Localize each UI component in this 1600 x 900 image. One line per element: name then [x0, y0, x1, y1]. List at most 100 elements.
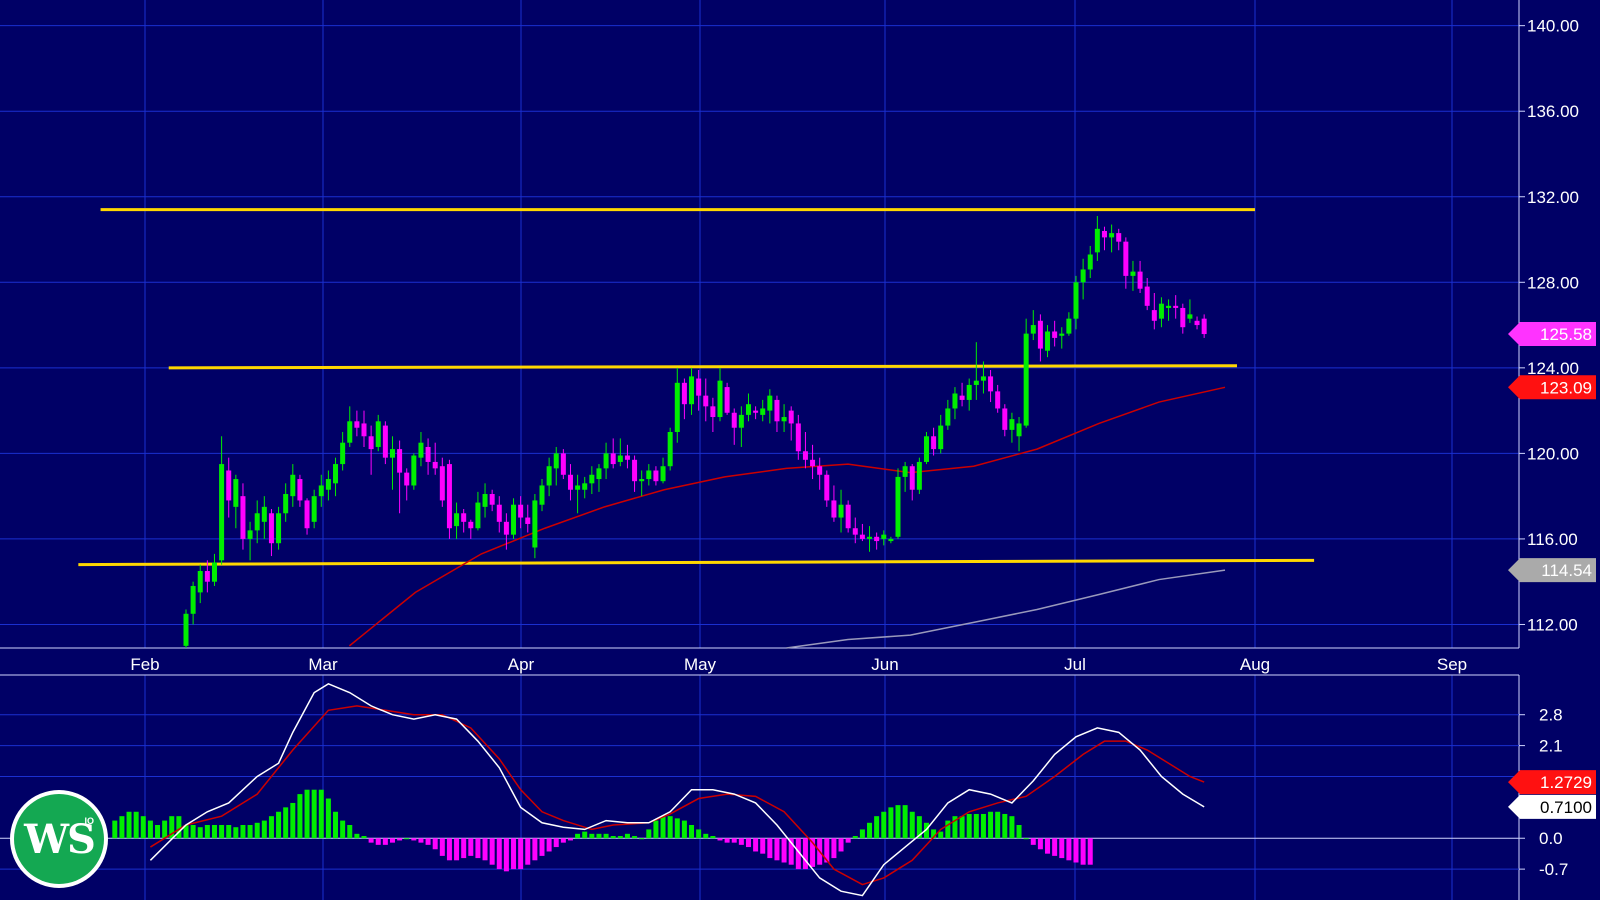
- macd-histogram-bar: [133, 811, 139, 839]
- candle: [845, 500, 851, 533]
- macd-histogram-bar: [254, 822, 260, 839]
- macd-histogram-bar: [603, 833, 609, 839]
- macd-histogram-bar: [667, 816, 673, 839]
- candle-body: [596, 468, 602, 480]
- macd-histogram-bar: [646, 829, 652, 839]
- macd-histogram-bar: [140, 816, 146, 839]
- candle-body: [1101, 230, 1107, 238]
- candle-body: [1144, 286, 1150, 306]
- month-label: Jul: [1064, 655, 1086, 674]
- macd-histogram-bar: [852, 836, 858, 839]
- stock-chart: 140.00 136.00 132.00 128.00 124.00 120.00 116.…: [0, 0, 1600, 900]
- macd-histogram-bar: [902, 805, 908, 839]
- candle-body: [867, 536, 873, 539]
- month-label: Mar: [308, 655, 338, 674]
- macd-histogram-bar: [461, 838, 467, 859]
- candle: [1023, 318, 1029, 428]
- candle-body: [560, 453, 566, 475]
- macd-histogram-bar: [1080, 838, 1086, 865]
- candle-body: [197, 571, 203, 593]
- candle-body: [397, 449, 403, 473]
- macd-histogram-bar: [767, 838, 773, 859]
- candle-body: [368, 436, 374, 450]
- candle-body: [1009, 419, 1015, 430]
- candle-body: [1130, 271, 1136, 276]
- macd-histogram-bar: [176, 816, 182, 839]
- macd-histogram-bar: [731, 838, 737, 843]
- candle-body: [923, 436, 929, 462]
- macd-histogram-bar: [226, 825, 232, 839]
- candle-body: [283, 494, 289, 514]
- candle-body: [482, 494, 488, 507]
- macd-histogram-bar: [340, 820, 346, 839]
- candle-body: [311, 496, 317, 522]
- candle-body: [1045, 331, 1051, 351]
- macd-tick-label: -0.7: [1539, 860, 1568, 879]
- candle-body: [211, 562, 217, 582]
- macd-histogram-bar: [155, 825, 161, 839]
- month-label: Apr: [508, 655, 535, 674]
- candle-body: [297, 479, 303, 501]
- candle-body: [973, 380, 979, 385]
- candle-body: [589, 474, 595, 484]
- candle: [895, 468, 901, 539]
- candle-body: [646, 470, 652, 480]
- macd-histogram-bar: [204, 825, 210, 839]
- macd-histogram-bar: [276, 811, 282, 839]
- macd-histogram-bar: [361, 836, 367, 839]
- macd-histogram-bar: [774, 838, 780, 861]
- macd-tag-1: 0.7100: [1508, 794, 1596, 819]
- candle-body: [333, 464, 339, 484]
- candle-body: [268, 513, 274, 544]
- macd-histogram-bar: [859, 829, 865, 839]
- candle-body: [859, 534, 865, 539]
- price-tick-label: 120.00: [1527, 444, 1579, 463]
- candle-body: [617, 455, 623, 462]
- candle-body: [1073, 282, 1079, 319]
- price-tick-label: 112.00: [1527, 615, 1578, 634]
- macd-histogram-bar: [503, 838, 509, 872]
- candle-body: [881, 534, 887, 539]
- candle-body: [660, 466, 666, 482]
- candle-body: [354, 421, 360, 428]
- macd-histogram-bar: [532, 838, 538, 861]
- candle-body: [624, 455, 630, 460]
- candle-body: [375, 421, 381, 447]
- macd-histogram-bar: [518, 838, 524, 870]
- candle-body: [988, 376, 994, 392]
- candle-body: [361, 423, 367, 437]
- candle: [667, 427, 673, 471]
- candle-body: [938, 425, 944, 450]
- price-tag-1: 123.09: [1508, 375, 1596, 400]
- candle-body: [1187, 314, 1193, 319]
- logo-circle: WS IO: [14, 794, 104, 884]
- month-label: Jun: [871, 655, 898, 674]
- candle-body: [959, 395, 965, 400]
- candle-body: [496, 504, 502, 522]
- candle-body: [681, 382, 687, 405]
- candle-body: [610, 453, 616, 465]
- candle-body: [475, 502, 481, 529]
- macd-histogram-bar: [119, 816, 125, 839]
- ws-logo: WS IO: [10, 790, 108, 888]
- candle-body: [233, 479, 239, 507]
- macd-histogram-bar: [802, 838, 808, 870]
- month-label: Feb: [130, 655, 159, 674]
- trend-line-middle: [168, 364, 1238, 370]
- candle-body: [1109, 233, 1115, 238]
- macd-histogram-bar: [674, 818, 680, 839]
- candle-body: [525, 517, 531, 524]
- macd-histogram-bar: [909, 811, 915, 839]
- macd-histogram-bar: [368, 838, 374, 843]
- candle-body: [532, 500, 538, 548]
- macd-histogram-bar: [219, 825, 225, 839]
- macd-histogram-bar: [304, 789, 310, 839]
- macd-histogram-bar: [660, 816, 666, 839]
- logo-superscript: IO: [84, 816, 94, 826]
- macd-histogram-bar: [382, 838, 388, 845]
- candle: [560, 449, 566, 480]
- macd-histogram-bar: [980, 813, 986, 839]
- macd-histogram-bar: [311, 789, 317, 839]
- candle-body: [254, 513, 260, 531]
- candle-body: [795, 423, 801, 452]
